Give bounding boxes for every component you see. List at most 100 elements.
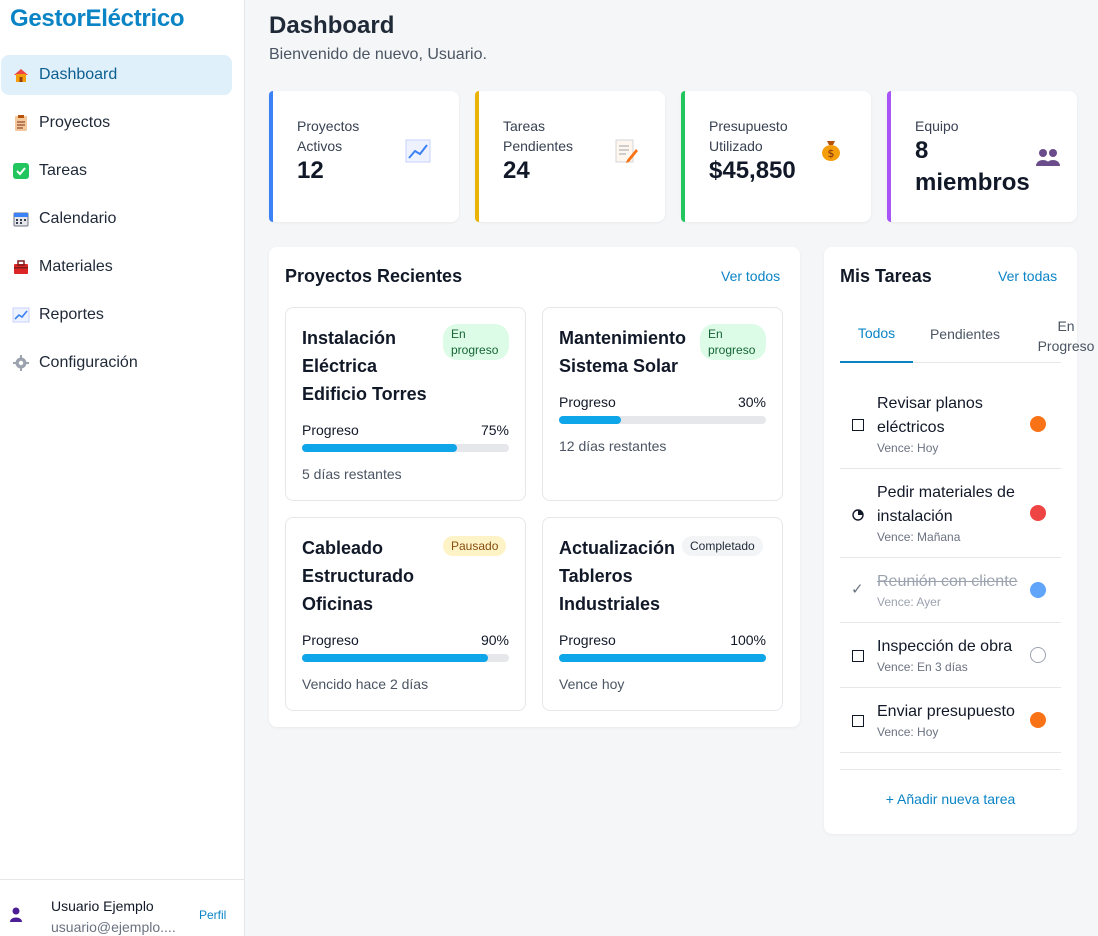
stat-value: 12: [297, 157, 324, 184]
priority-dot: [1030, 416, 1046, 432]
sidebar-item-proyectos[interactable]: Proyectos: [1, 103, 232, 143]
recent-projects-panel: Proyectos Recientes Ver todos Instalació…: [269, 247, 800, 727]
sidebar-item-label: Calendario: [39, 210, 117, 227]
gear-icon: [12, 354, 30, 372]
sidebar-item-label: Configuración: [39, 354, 138, 371]
sidebar: GestorEléctrico Dashboard Proyectos Tare…: [0, 0, 245, 936]
in-progress-icon[interactable]: [852, 508, 864, 521]
check-box-icon: [12, 162, 30, 180]
sidebar-item-tareas[interactable]: Tareas: [1, 151, 232, 191]
progress-fill: [559, 654, 766, 662]
priority-dot: [1030, 712, 1046, 728]
stat-card-tareas: Tareas Pendientes 24: [475, 91, 665, 222]
progress-bar: [559, 416, 766, 424]
stat-card-proyectos: Proyectos Activos 12: [269, 91, 459, 222]
progress-value: 90%: [480, 632, 509, 648]
sidebar-item-dashboard[interactable]: Dashboard: [1, 55, 232, 95]
sidebar-item-reportes[interactable]: Reportes: [1, 295, 232, 335]
project-name: Cableado Estructurado Oficinas: [302, 538, 415, 614]
sidebar-item-label: Materiales: [39, 258, 113, 275]
panel-title: Proyectos Recientes: [285, 266, 463, 286]
sidebar-item-configuracion[interactable]: Configuración: [1, 343, 232, 383]
profile-link[interactable]: Perfil: [199, 908, 226, 922]
task-title: Revisar planos eléctricos: [877, 395, 983, 436]
user-email: usuario@ejemplo....: [51, 919, 176, 935]
tab-pendientes[interactable]: Pendientes: [920, 326, 1010, 342]
stat-value: $45,850: [709, 157, 796, 184]
stat-accent: [887, 91, 891, 222]
people-icon: [1035, 145, 1061, 171]
add-task-button[interactable]: + Añadir nueva tarea: [824, 791, 1077, 807]
user-profile: Usuario Ejemplo usuario@ejemplo.... Perf…: [0, 879, 244, 936]
page-title: Dashboard: [269, 12, 395, 39]
clipboard-icon: [12, 114, 30, 132]
calendar-icon: [12, 210, 30, 228]
project-card[interactable]: Mantenimiento Sistema Solar En progreso …: [542, 307, 783, 501]
progress-bar: [559, 654, 766, 662]
check-mark-icon[interactable]: ✓: [851, 580, 864, 598]
stat-card-presupuesto: Presupuesto Utilizado $45,850 $: [681, 91, 871, 222]
progress-value: 75%: [480, 422, 509, 438]
stat-label: Proyectos Activos: [297, 118, 360, 154]
progress-label: Progreso: [302, 422, 359, 438]
project-deadline: Vence hoy: [559, 676, 625, 692]
active-tab-indicator: [840, 361, 913, 363]
project-name: Mantenimiento Sistema Solar: [559, 328, 687, 376]
project-deadline: 12 días restantes: [559, 438, 667, 454]
task-due: Vence: Ayer: [877, 595, 941, 609]
progress-value: 100%: [730, 632, 766, 648]
house-icon: [12, 66, 30, 84]
task-item[interactable]: Enviar presupuesto Vence: Hoy: [840, 688, 1061, 753]
project-name: Actualización Tableros Industriales: [559, 538, 676, 614]
sidebar-item-materiales[interactable]: Materiales: [1, 247, 232, 287]
memo-icon: [613, 138, 639, 164]
tab-todos[interactable]: Todos: [840, 325, 913, 341]
task-item[interactable]: Pedir materiales de instalación Vence: M…: [840, 469, 1061, 558]
user-name: Usuario Ejemplo: [51, 898, 154, 914]
status-badge: Completado: [682, 536, 763, 556]
project-deadline: 5 días restantes: [302, 466, 402, 482]
progress-label: Progreso: [559, 394, 616, 410]
task-checkbox[interactable]: [852, 419, 864, 431]
priority-dot: [1030, 505, 1046, 521]
task-item[interactable]: ✓ Reunión con cliente Vence: Ayer: [840, 558, 1061, 623]
task-title: Inspección de obra: [877, 638, 1013, 655]
priority-dot: [1030, 647, 1046, 663]
stat-accent: [475, 91, 479, 222]
sidebar-item-calendario[interactable]: Calendario: [1, 199, 232, 239]
task-checkbox[interactable]: [852, 650, 864, 662]
progress-fill: [302, 654, 489, 662]
status-badge: En progreso: [443, 324, 509, 360]
task-due: Vence: Hoy: [877, 725, 939, 739]
divider: [840, 769, 1061, 770]
task-item[interactable]: Inspección de obra Vence: En 3 días: [840, 623, 1061, 688]
chart-icon: [12, 306, 30, 324]
panel-title: Mis Tareas: [840, 266, 932, 286]
tab-en-progreso[interactable]: En Progreso: [1030, 316, 1098, 356]
stat-accent: [681, 91, 685, 222]
sidebar-item-label: Proyectos: [39, 114, 111, 131]
project-card[interactable]: Instalación Eléctrica Edificio Torres En…: [285, 307, 526, 501]
progress-bar: [302, 444, 509, 452]
task-item[interactable]: Revisar planos eléctricos Vence: Hoy: [840, 388, 1061, 469]
sidebar-item-label: Tareas: [39, 162, 88, 179]
stat-value: 8 miembros: [915, 137, 1030, 196]
project-deadline: Vencido hace 2 días: [302, 676, 429, 692]
stat-card-equipo: Equipo 8 miembros: [887, 91, 1077, 222]
view-all-projects-link[interactable]: Ver todos: [721, 268, 780, 284]
task-title: Enviar presupuesto: [877, 703, 1015, 720]
project-card[interactable]: Cableado Estructurado Oficinas Pausado P…: [285, 517, 526, 711]
sidebar-item-label: Reportes: [39, 306, 104, 323]
task-checkbox[interactable]: [852, 715, 864, 727]
project-card[interactable]: Actualización Tableros Industriales Comp…: [542, 517, 783, 711]
task-due: Vence: Hoy: [877, 441, 939, 455]
stat-label: Tareas Pendientes: [503, 118, 574, 154]
view-all-tasks-link[interactable]: Ver todas: [998, 268, 1057, 284]
svg-text:$: $: [828, 147, 835, 160]
stat-accent: [269, 91, 273, 222]
toolbox-icon: [12, 258, 30, 276]
task-title: Reunión con cliente: [877, 573, 1018, 590]
brand-logo[interactable]: GestorEléctrico: [10, 5, 185, 33]
progress-value: 30%: [737, 394, 766, 410]
user-avatar-icon: [8, 906, 24, 922]
